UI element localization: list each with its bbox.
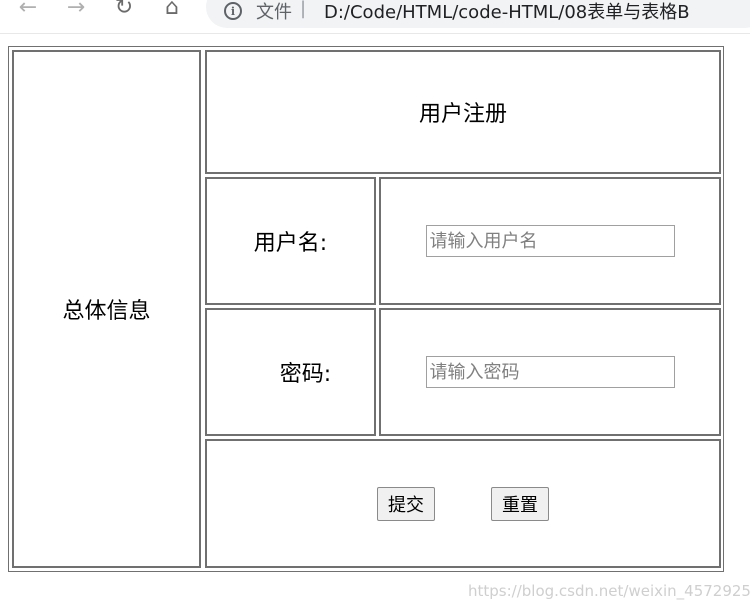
title-cell: 用户注册: [205, 50, 721, 174]
submit-button[interactable]: 提交: [377, 486, 435, 521]
reset-button[interactable]: 重置: [491, 486, 549, 521]
info-icon[interactable]: i: [224, 2, 242, 20]
url-text[interactable]: D:/Code/HTML/code-HTML/08表单与表格B: [324, 0, 690, 24]
watermark-text: https://blog.csdn.net/weixin_45729253: [468, 582, 750, 600]
password-label-cell: 密码:: [205, 308, 376, 436]
password-input-cell: [379, 308, 721, 436]
username-label-cell: 用户名:: [205, 177, 376, 305]
password-label: 密码:: [279, 362, 332, 387]
summary-cell: 总体信息: [12, 50, 201, 568]
password-input[interactable]: [425, 356, 675, 388]
back-arrow-icon[interactable]: ←: [14, 0, 42, 20]
username-label: 用户名:: [253, 231, 328, 256]
summary-label: 总体信息: [62, 299, 151, 324]
username-input-cell: [379, 177, 721, 305]
address-separator: |: [300, 0, 307, 19]
registration-table: 总体信息 用户注册 用户名: 密码: 提交 重置: [8, 46, 724, 572]
home-icon[interactable]: ⌂: [158, 0, 186, 20]
username-input[interactable]: [425, 225, 675, 257]
forward-arrow-icon[interactable]: →: [62, 0, 90, 20]
form-title: 用户注册: [418, 102, 507, 127]
address-bar[interactable]: i 文件 | D:/Code/HTML/code-HTML/08表单与表格B: [206, 0, 750, 28]
file-scheme-label: 文件: [256, 2, 292, 23]
browser-toolbar: ← → ↻ ⌂ i 文件 | D:/Code/HTML/code-HTML/08…: [0, 0, 750, 34]
buttons-cell: 提交 重置: [205, 439, 721, 568]
reload-icon[interactable]: ↻: [110, 0, 138, 20]
